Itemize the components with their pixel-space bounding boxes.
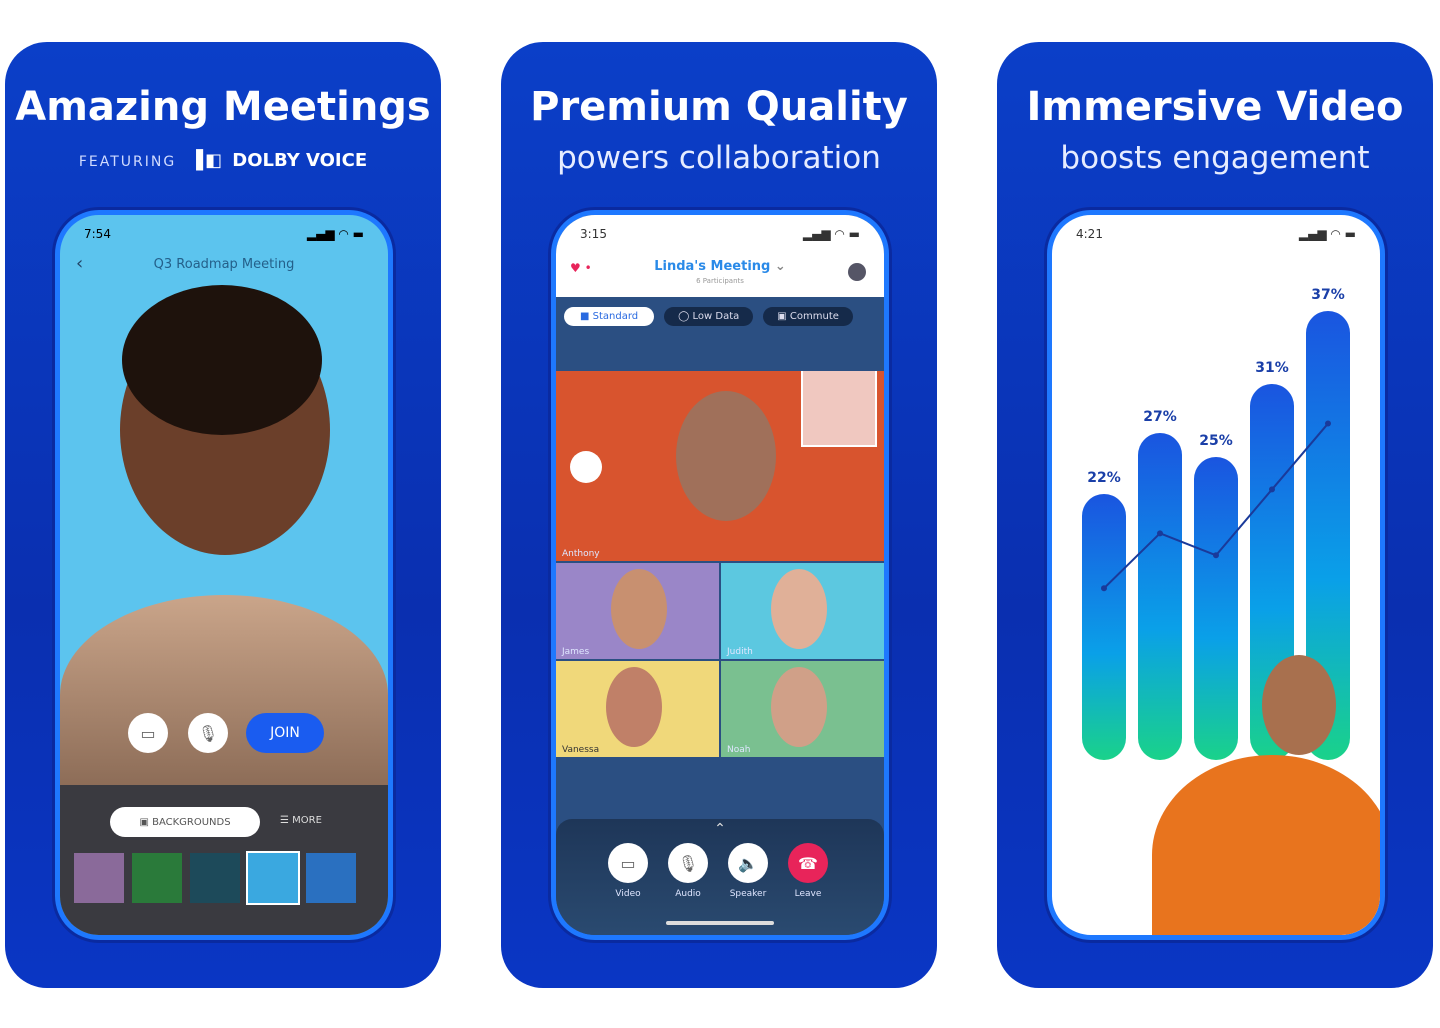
status-bar: 7:54 ▂▄▆ ◠ ▬: [84, 227, 364, 241]
control-label: Audio: [675, 889, 701, 899]
control-label: Speaker: [729, 889, 767, 899]
call-controls: ⌃ ▭ 🎙 🔈 ☎ Video Audio Speaker Leave: [556, 819, 884, 935]
phone-mockup: 3:15 ▂▄▆ ◠ ▬ ♥ • Linda's Meeting ⌄ 6 Part…: [551, 210, 889, 940]
trend-point: [1101, 585, 1107, 592]
trend-point: [1213, 552, 1219, 559]
speaker-button[interactable]: 🔈: [728, 843, 768, 883]
background-thumbnails: [74, 851, 356, 905]
video-tile-main: Anthony: [556, 371, 884, 561]
self-view-thumbnail[interactable]: [801, 371, 877, 447]
thumbnail[interactable]: [190, 853, 240, 903]
trend-point: [1157, 530, 1163, 537]
meeting-title: Q3 Roadmap Meeting: [153, 257, 295, 272]
home-indicator: [666, 921, 774, 925]
join-button[interactable]: JOIN: [246, 713, 324, 753]
headline: Premium Quality: [530, 84, 908, 130]
camera-button[interactable]: ▭: [128, 713, 168, 753]
phone-mockup: 7:54 ▂▄▆ ◠ ▬ ‹ Q3 Roadmap Meeting ▭ 🎙 JOI…: [55, 210, 393, 940]
status-time: 3:15: [580, 227, 607, 241]
more-button[interactable]: ☰ MORE: [280, 815, 322, 826]
screenshot-panel-premium-quality: Premium Quality powers collaboration 3:1…: [501, 42, 937, 988]
mic-button[interactable]: 🎙: [188, 713, 228, 753]
more-label: MORE: [292, 815, 322, 826]
backgrounds-button[interactable]: ▣ BACKGROUNDS: [110, 807, 260, 837]
signal-wifi-battery-icon: ▂▄▆ ◠ ▬: [802, 227, 860, 241]
backgrounds-label: BACKGROUNDS: [152, 816, 231, 828]
tab-standard[interactable]: ■ Standard: [564, 307, 655, 326]
audio-button[interactable]: 🎙: [668, 843, 708, 883]
participant-body: [60, 595, 388, 795]
meeting-name[interactable]: Linda's Meeting ⌄: [556, 259, 884, 274]
video-tile: Judith: [721, 563, 884, 659]
screenshot-panel-amazing-meetings: Amazing Meetings FEATURING ▐◧ DOLBY VOIC…: [5, 42, 441, 988]
leave-button[interactable]: ☎: [788, 843, 828, 883]
screenshot-panel-immersive-video: Immersive Video boosts engagement 4:21 ▂▄…: [997, 42, 1433, 988]
raise-hand-icon[interactable]: [570, 451, 602, 483]
tab-label: Low Data: [692, 311, 740, 322]
tab-low-data[interactable]: ◯ Low Data: [664, 307, 754, 326]
headline: Immersive Video: [1026, 84, 1404, 130]
video-tile: Vanessa: [556, 661, 719, 757]
video-tile: Noah: [721, 661, 884, 757]
phone-mockup: 4:21 ▂▄▆ ◠ ▬ 22% 27% 25% 31% 37%: [1047, 210, 1385, 940]
presenter-face: [1262, 655, 1336, 755]
chevron-down-icon: ⌄: [774, 259, 786, 274]
thumbnail[interactable]: [74, 853, 124, 903]
tab-label: Commute: [789, 311, 839, 322]
quality-mode-tabs: ■ Standard ◯ Low Data ▣ Commute: [564, 307, 853, 326]
dolby-logo: ▐◧: [189, 150, 233, 171]
participant-face: [676, 391, 776, 521]
signal-wifi-battery-icon: ▂▄▆ ◠ ▬: [306, 227, 364, 241]
dolby-voice-text: DOLBY VOICE: [232, 150, 368, 171]
participant-name: Noah: [727, 745, 751, 755]
backgrounds-tray: ▣ BACKGROUNDS ☰ MORE: [60, 785, 388, 935]
thumbnail-selected[interactable]: [246, 851, 300, 905]
participant-count: 6 Participants: [696, 277, 744, 285]
featuring-text: FEATURING: [78, 154, 177, 170]
trend-point: [1269, 486, 1275, 493]
video-button[interactable]: ▭: [608, 843, 648, 883]
status-time: 7:54: [84, 227, 111, 241]
participant-name: James: [562, 647, 590, 657]
meeting-name-text: Linda's Meeting: [654, 259, 771, 274]
presenter-body: [1152, 755, 1380, 935]
meeting-header: 3:15 ▂▄▆ ◠ ▬ ♥ • Linda's Meeting ⌄ 6 Part…: [556, 215, 884, 297]
subtitle: boosts engagement: [1060, 140, 1370, 176]
control-label: Video: [615, 889, 641, 899]
chevron-up-icon[interactable]: ⌃: [556, 821, 884, 837]
dolby-badge: FEATURING ▐◧ DOLBY VOICE: [5, 150, 441, 171]
control-label: Leave: [794, 889, 822, 899]
thumbnail[interactable]: [306, 853, 356, 903]
headline: Amazing Meetings: [15, 84, 431, 130]
participant-name: Judith: [727, 647, 753, 657]
participant-name: Anthony: [562, 549, 600, 559]
participant-name: Vanessa: [562, 745, 600, 755]
tab-commute[interactable]: ▣ Commute: [763, 307, 853, 326]
trend-point: [1325, 420, 1331, 427]
subtitle: powers collaboration: [557, 140, 881, 176]
hair: [122, 285, 322, 435]
thumbnail[interactable]: [132, 853, 182, 903]
tab-label: Standard: [592, 311, 639, 322]
chat-icon[interactable]: [848, 263, 866, 281]
video-tile: James: [556, 563, 719, 659]
